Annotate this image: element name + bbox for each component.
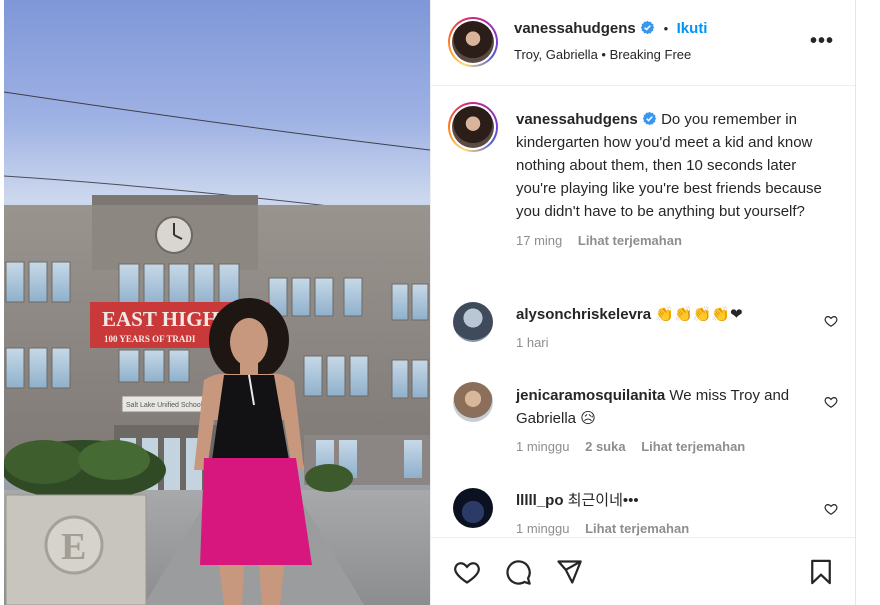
heart-icon[interactable] [453,558,481,586]
page-scrollbar[interactable] [855,0,880,605]
monument-letter: E [61,526,86,568]
heart-icon[interactable] [824,314,838,328]
comment-text: 최근이네••• [567,492,639,509]
post-subtitle-audio[interactable]: Troy, Gabriella • Breaking Free [514,47,691,62]
bookmark-icon[interactable] [807,558,835,586]
heart-icon[interactable] [824,502,838,516]
author-avatar-image [452,21,494,63]
comment-time[interactable]: 1 hari [516,335,549,350]
comment-avatar[interactable] [453,302,493,342]
header-title-row: vanessahudgens • Ikuti [514,20,707,38]
comment-username[interactable]: lllll_po [516,492,564,509]
comments-scroll-area[interactable]: vanessahudgens Do you remember in kinder… [431,86,856,537]
comment-avatar[interactable] [453,382,493,422]
post-action-bar [431,537,856,605]
post-details-panel: vanessahudgens • Ikuti Troy, Gabriella •… [430,0,856,605]
author-username[interactable]: vanessahudgens [514,20,636,37]
caption-avatar[interactable] [448,102,498,152]
comment-meta: 1 minggu Lihat terjemahan [516,521,816,536]
comment-translate-link[interactable]: Lihat terjemahan [641,439,745,454]
sign-subtext: 100 YEARS OF TRADI [104,334,196,344]
caption-meta: 17 ming Lihat terjemahan [516,233,834,248]
comment-item: alysonchriskelevra 👏👏👏👏❤ 1 hari [516,303,816,350]
paper-plane-icon[interactable] [555,558,583,586]
comment-likes[interactable]: 2 suka [585,439,625,454]
comment-meta: 1 hari [516,335,816,350]
comment-time[interactable]: 1 minggu [516,439,569,454]
caption-text-block: vanessahudgens Do you remember in kinder… [516,108,834,223]
comment-translate-link[interactable]: Lihat terjemahan [585,521,689,536]
caption-block: vanessahudgens Do you remember in kinder… [516,108,834,248]
caption-time[interactable]: 17 ming [516,233,562,248]
comment-avatar[interactable] [453,488,493,528]
comment-icon[interactable] [504,558,532,586]
comment-username[interactable]: alysonchriskelevra [516,306,651,323]
comment-item: lllll_po 최근이네••• 1 minggu Lihat terjemah… [516,489,816,536]
follow-button[interactable]: Ikuti [677,20,708,37]
instagram-post-modal: EAST HIGH 100 YEARS OF TRADI Salt Lake U… [0,0,880,605]
media-scene: EAST HIGH 100 YEARS OF TRADI Salt Lake U… [4,91,430,605]
more-options-button[interactable]: ••• [810,30,834,53]
header-separator: • [663,21,669,36]
post-media-video[interactable]: EAST HIGH 100 YEARS OF TRADI Salt Lake U… [4,0,430,605]
author-avatar[interactable] [448,17,498,67]
caption-username[interactable]: vanessahudgens [516,111,638,128]
comment-item: jenicaramosquilanita We miss Troy and Ga… [516,384,806,454]
caption-avatar-image [452,106,494,148]
comment-meta: 1 minggu 2 suka Lihat terjemahan [516,439,806,454]
comment-username[interactable]: jenicaramosquilanita [516,387,665,404]
comment-text: 👏👏👏👏❤ [655,306,743,323]
verified-badge-icon [642,111,657,126]
post-header: vanessahudgens • Ikuti Troy, Gabriella •… [431,0,856,86]
verified-badge-icon [640,20,655,35]
sign-text-east-high: EAST HIGH [102,307,219,331]
comment-time[interactable]: 1 minggu [516,521,569,536]
plaque-text: Salt Lake Unified Schools [126,402,206,409]
caption-translate-link[interactable]: Lihat terjemahan [578,233,682,248]
heart-icon[interactable] [824,395,838,409]
